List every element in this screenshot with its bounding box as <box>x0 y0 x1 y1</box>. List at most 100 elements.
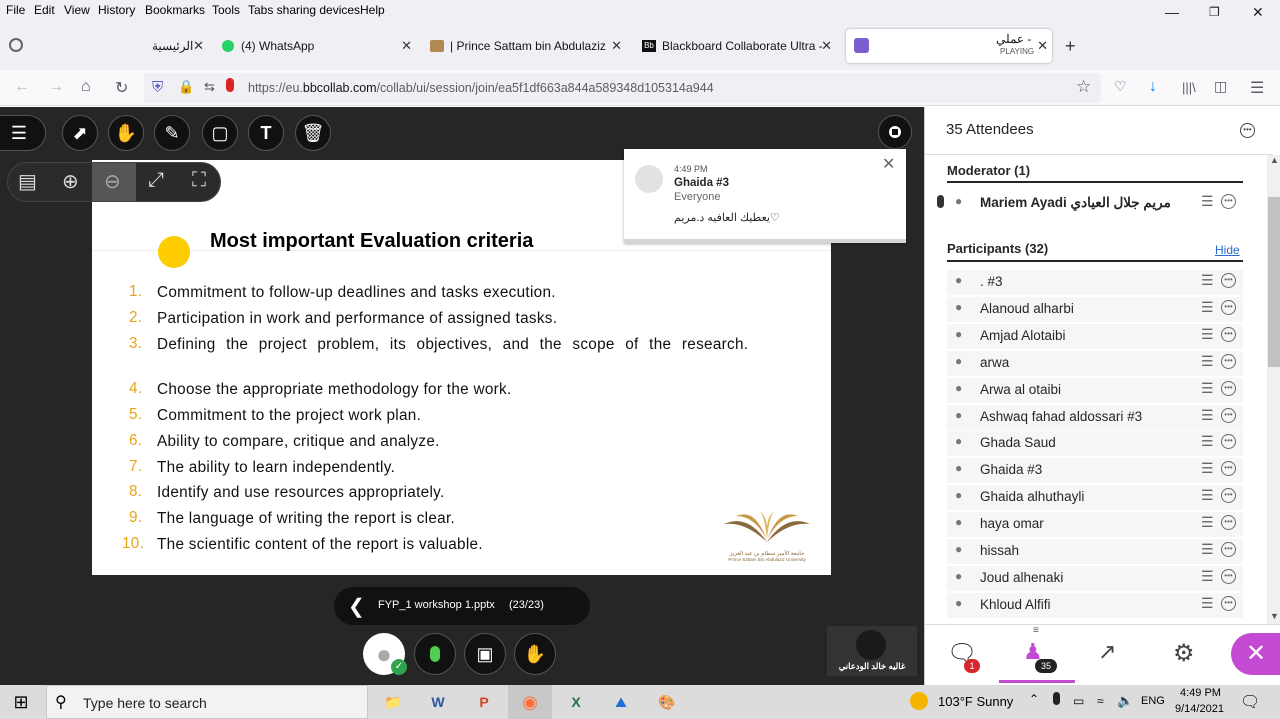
menu-history[interactable]: History <box>98 3 135 17</box>
participant-row[interactable]: ● Khloud Alfifi ☰ ••• <box>947 592 1243 618</box>
list-icon[interactable]: ☰ <box>1201 595 1214 612</box>
more-options-icon[interactable]: ••• <box>1221 542 1236 557</box>
word-icon[interactable]: W <box>421 689 455 715</box>
chat-tab[interactable]: 🗨 1 <box>947 639 980 673</box>
weather-text[interactable]: 103°F Sunny <box>938 694 1013 709</box>
file-explorer-icon[interactable]: 📁 <box>376 689 410 715</box>
sidebar-toggle-icon[interactable]: ◫ <box>1214 78 1227 95</box>
pen-tool-icon[interactable]: ✎ <box>154 115 190 151</box>
minimize-icon[interactable]: — <box>1165 4 1179 20</box>
clock-time[interactable]: 4:49 PM <box>1180 687 1221 699</box>
share-content-icon[interactable]: ↗ <box>1098 639 1116 665</box>
camera-button[interactable]: ▣ <box>464 633 506 675</box>
close-tab-icon[interactable]: ✕ <box>193 38 204 54</box>
taskbar-search[interactable]: ⚲ Type here to search <box>46 685 368 719</box>
pan-hand-tool-icon[interactable]: ✋ <box>108 115 144 151</box>
fullscreen-icon[interactable]: ⛶ <box>192 169 206 192</box>
list-icon[interactable]: ☰ <box>1201 326 1214 343</box>
url-text[interactable]: https://eu.bbcollab.com/collab/ui/sessio… <box>248 81 714 95</box>
more-options-icon[interactable]: ••• <box>1240 123 1255 138</box>
more-options-icon[interactable]: ••• <box>1221 461 1236 477</box>
zoom-out-icon[interactable]: ⊖ <box>104 169 121 194</box>
participant-row[interactable]: ● Ghada Saud ☰ ••• <box>947 431 1243 457</box>
list-icon[interactable]: ☰ <box>1201 407 1214 424</box>
more-options-icon[interactable]: ••• <box>1221 326 1236 342</box>
scrollbar-thumb[interactable] <box>1268 197 1280 367</box>
close-notification-icon[interactable]: ✕ <box>882 154 895 174</box>
participant-row[interactable]: ● haya omar ☰ ••• <box>947 512 1243 538</box>
download-icon[interactable]: ↓ <box>1149 78 1157 96</box>
close-tab-icon[interactable]: ✕ <box>821 38 832 54</box>
tab-whatsapp[interactable]: (4) WhatsApp ✕ <box>216 31 416 61</box>
list-icon[interactable]: ☰ <box>1201 514 1214 531</box>
list-icon[interactable]: ☰ <box>1201 353 1214 370</box>
lock-icon[interactable]: 🔒 <box>178 79 194 95</box>
delete-tool-icon[interactable]: 🗑 <box>295 115 331 151</box>
reload-icon[interactable]: ↻ <box>115 78 128 98</box>
close-panel-button[interactable]: ✕ <box>1231 633 1280 675</box>
more-options-icon[interactable]: ••• <box>1221 299 1236 315</box>
expand-icon[interactable]: ⤢ <box>148 169 164 192</box>
windows-start-icon[interactable]: ⊞ <box>4 689 38 715</box>
more-options-icon[interactable]: ••• <box>1221 434 1236 450</box>
new-tab-icon[interactable]: + <box>1065 36 1076 57</box>
participant-row[interactable]: ● hissah ☰ ••• <box>947 539 1243 564</box>
text-tool-icon[interactable]: T <box>248 115 284 151</box>
volume-icon[interactable]: 🔈 <box>1117 693 1133 709</box>
menu-bookmarks[interactable]: Bookmarks <box>145 3 205 17</box>
chevron-up-icon[interactable]: ⌃ <box>1029 692 1039 706</box>
close-window-icon[interactable]: ✕ <box>1252 4 1264 21</box>
list-icon[interactable]: ☰ <box>1201 568 1214 585</box>
more-options-icon[interactable]: ••• <box>1221 353 1236 369</box>
scroll-up-icon[interactable]: ▲ <box>1270 155 1279 165</box>
list-icon[interactable]: ☰ <box>1201 272 1214 289</box>
clock-date[interactable]: 9/14/2021 <box>1175 703 1224 715</box>
tab-active-playing[interactable]: عملي - PLAYING ✕ <box>846 29 1052 63</box>
close-tab-icon[interactable]: ✕ <box>1037 38 1048 54</box>
tab-psau[interactable]: | Prince Sattam bin Abdulaziz Un ✕ <box>424 31 626 61</box>
more-options-icon[interactable]: ••• <box>1221 595 1236 611</box>
notifications-icon[interactable]: 🗨 <box>1240 692 1260 712</box>
scrollbar[interactable]: ▲ ▼ <box>1267 155 1280 625</box>
attendees-tab[interactable]: ≡ ♟ 35 <box>999 625 1075 683</box>
my-status-button[interactable]: ● ✓ <box>363 633 407 675</box>
stop-sharing-icon[interactable] <box>878 115 912 149</box>
pointer-tool-icon[interactable]: ⬈ <box>62 115 98 151</box>
participant-row[interactable]: ● arwa ☰ ••• <box>947 350 1243 376</box>
firefox-view-icon[interactable] <box>9 38 23 52</box>
microphone-active-icon[interactable] <box>226 78 234 92</box>
session-menu-icon[interactable]: ☰ <box>0 115 46 151</box>
more-options-icon[interactable]: ••• <box>1221 407 1236 423</box>
list-icon[interactable]: ☰ <box>1201 487 1214 504</box>
settings-gear-icon[interactable]: ⚙ <box>1173 639 1195 668</box>
address-bar[interactable]: ⛨ 🔒 ⇆ https://eu.bbcollab.com/collab/ui/… <box>144 73 1101 103</box>
list-icon[interactable]: ☰ <box>1201 460 1214 477</box>
close-tab-icon[interactable]: ✕ <box>401 38 412 54</box>
menu-view[interactable]: View <box>64 3 90 17</box>
close-tab-icon[interactable]: ✕ <box>611 38 622 54</box>
permissions-icon[interactable]: ⇆ <box>204 79 215 95</box>
list-icon[interactable]: ☰ <box>1201 299 1214 316</box>
participant-row[interactable]: ● . #3 ☰ ••• <box>947 270 1243 295</box>
list-icon[interactable]: ☰ <box>1201 433 1214 450</box>
home-icon[interactable]: ⌂ <box>81 78 91 96</box>
app-menu-icon[interactable]: ☰ <box>1250 78 1264 98</box>
participant-row[interactable]: ● Ghaida alhuthayli ☰ ••• <box>947 485 1243 511</box>
maximize-icon[interactable]: ❐ <box>1209 5 1220 19</box>
microphone-button[interactable] <box>414 633 456 675</box>
hide-participants-link[interactable]: Hide <box>1215 243 1240 257</box>
shield-icon[interactable]: ⛨ <box>152 79 163 96</box>
zoom-in-icon[interactable]: ⊕ <box>62 169 79 194</box>
raise-hand-button[interactable]: ✋ <box>514 633 556 675</box>
previous-slide-icon[interactable]: ❮ <box>348 594 365 619</box>
zoom-fit-icon[interactable]: ▤ <box>18 169 37 194</box>
powerpoint-icon[interactable]: P <box>467 689 501 715</box>
participant-row[interactable]: ● Joud alhenaki ☰ ••• <box>947 565 1243 591</box>
participant-row[interactable]: ● Alanoud alharbi ☰ ••• <box>947 296 1243 322</box>
scroll-down-icon[interactable]: ▼ <box>1270 611 1279 621</box>
photos-icon[interactable]: ⛰ <box>604 689 638 715</box>
more-options-icon[interactable]: ••• <box>1221 515 1236 531</box>
menu-tabs-sharing[interactable]: Tabs sharing devices <box>248 3 360 17</box>
more-options-icon[interactable]: ••• <box>1221 194 1236 209</box>
more-options-icon[interactable]: ••• <box>1221 273 1236 288</box>
